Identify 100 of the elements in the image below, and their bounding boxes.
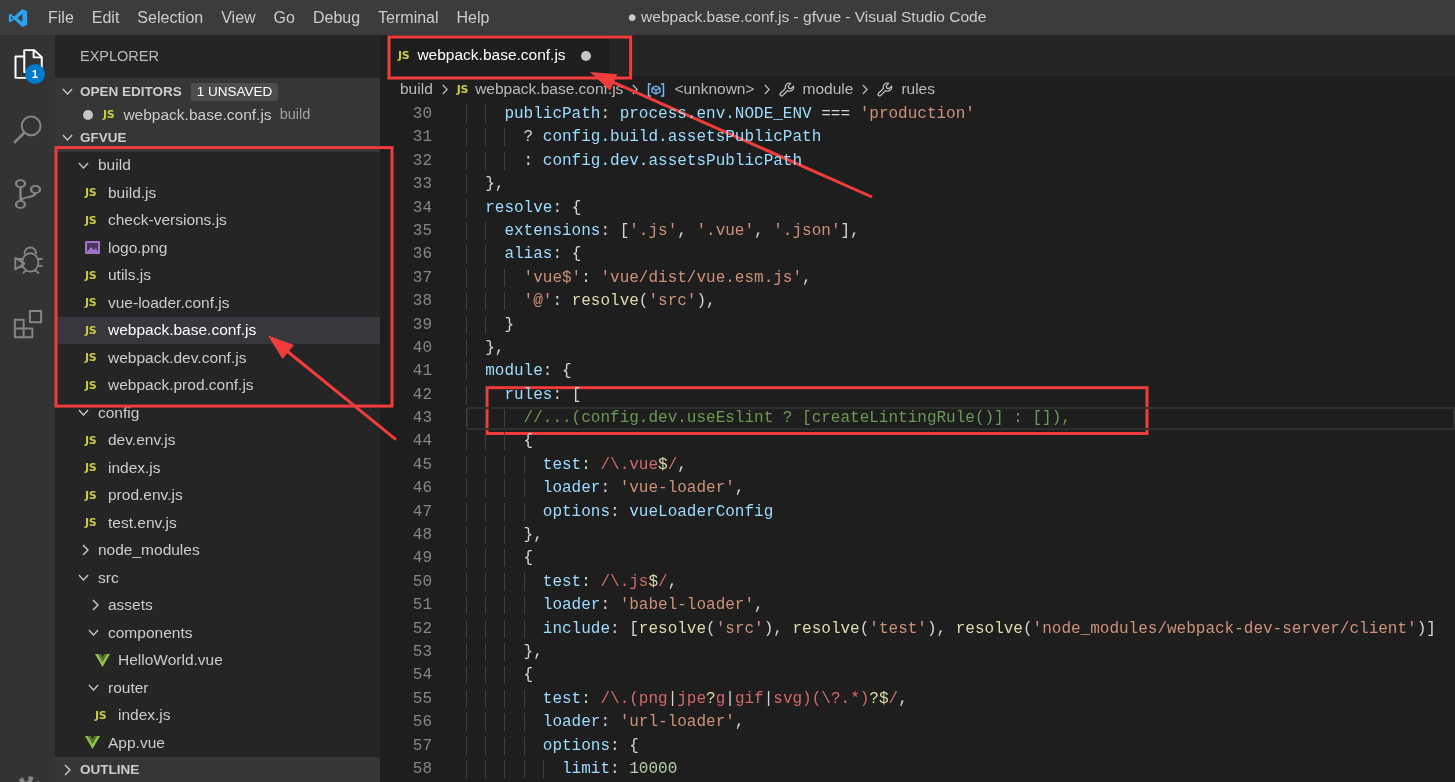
sidebar-title: EXPLORER xyxy=(80,47,159,66)
line-number: 50 xyxy=(411,571,432,593)
tree-item[interactable]: JS index.js xyxy=(55,701,380,730)
code-line: }, xyxy=(523,526,543,545)
chevron-down-icon[interactable] xyxy=(62,88,73,96)
chevron-down-icon[interactable] xyxy=(88,684,99,692)
breadcrumb-item[interactable]: module xyxy=(778,80,854,99)
tree-item[interactable]: node_modules xyxy=(55,536,380,565)
chevron-down-icon[interactable] xyxy=(78,409,89,417)
line-number: 45 xyxy=(411,454,432,476)
chevron-right-icon[interactable] xyxy=(92,599,99,612)
menu-item[interactable]: Terminal xyxy=(369,0,448,35)
tree-item[interactable]: config xyxy=(55,399,380,427)
menu-item[interactable]: Edit xyxy=(82,0,129,35)
chevron-right-icon[interactable] xyxy=(64,764,71,777)
line-number: 46 xyxy=(411,478,432,500)
section-header[interactable]: OPEN EDITORS 1 UNSAVED xyxy=(55,78,380,106)
code-line: { xyxy=(523,432,534,451)
menu-item[interactable]: Debug xyxy=(303,0,370,35)
js-icon: JS xyxy=(103,109,115,121)
js-icon: JS xyxy=(398,50,410,61)
chevron-down-icon[interactable] xyxy=(88,629,99,637)
tree-item[interactable]: JS webpack.dev.conf.js xyxy=(55,344,380,372)
code-line: rules: [ xyxy=(504,385,582,404)
chevron-right-icon[interactable] xyxy=(82,544,89,557)
code-line: module: { xyxy=(485,362,572,381)
code-line: loader: 'url-loader', xyxy=(542,713,745,732)
bug-icon[interactable] xyxy=(12,244,43,274)
tree-item[interactable]: JS utils.js xyxy=(55,261,380,290)
breadcrumb-item[interactable]: build xyxy=(400,80,433,99)
section-header[interactable]: OUTLINE xyxy=(55,756,380,782)
code-line: options: { xyxy=(542,736,639,755)
tree-item[interactable]: JS index.js xyxy=(55,454,380,482)
chevron-down-icon[interactable] xyxy=(62,134,73,142)
code-line: '@': resolve('src'), xyxy=(523,292,716,311)
menu-item[interactable]: View xyxy=(212,0,265,35)
menu-item[interactable]: File xyxy=(39,0,83,35)
line-number: 57 xyxy=(411,735,432,757)
line-number: 40 xyxy=(411,337,432,359)
line-number: 30 xyxy=(411,104,432,125)
editor-tab[interactable]: JS webpack.base.conf.js xyxy=(380,35,609,76)
bracket-cube-icon xyxy=(647,82,666,97)
tree-item[interactable]: App.vue xyxy=(55,729,380,757)
tree-item[interactable]: JS webpack.prod.conf.js xyxy=(55,371,380,400)
menu-item[interactable]: Go xyxy=(264,0,304,35)
tree-item[interactable]: JS webpack.base.conf.js xyxy=(55,316,380,345)
breadcrumb-item[interactable]: <unknown> xyxy=(647,80,755,99)
chevron-down-icon[interactable] xyxy=(78,574,89,582)
js-icon: JS xyxy=(85,434,100,446)
blocks-icon[interactable] xyxy=(12,309,43,339)
breadcrumb-item[interactable]: JS webpack.base.conf.js xyxy=(456,80,624,99)
line-number: 53 xyxy=(411,642,432,663)
code-line: loader: 'babel-loader', xyxy=(542,596,764,615)
menu-item[interactable]: Help xyxy=(447,0,499,35)
search-icon[interactable] xyxy=(12,114,43,144)
line-number: 38 xyxy=(411,291,432,313)
breadcrumb-item[interactable]: rules xyxy=(877,80,935,99)
line-number: 37 xyxy=(411,267,432,289)
line-number: 56 xyxy=(411,712,432,734)
js-icon: JS xyxy=(456,84,469,95)
line-number: 41 xyxy=(411,361,432,383)
count-badge: 1 xyxy=(25,64,45,84)
branch-icon[interactable] xyxy=(12,179,43,209)
tree-item[interactable]: HelloWorld.vue xyxy=(55,646,380,675)
tree-item[interactable]: JS test.env.js xyxy=(55,509,380,537)
tree-item[interactable]: JS dev.env.js xyxy=(55,426,380,455)
tree-item[interactable]: JS build.js xyxy=(55,179,380,207)
menu-item[interactable]: Selection xyxy=(128,0,213,35)
image-file-icon xyxy=(85,241,100,255)
wrench-icon xyxy=(778,81,795,98)
code-line: { xyxy=(523,666,534,685)
files-icon[interactable] xyxy=(12,49,43,79)
code-line: //...(config.dev.useEslint ? [createLintingRule()] : []), xyxy=(523,409,1071,428)
code-line: options: vueLoaderConfig xyxy=(542,502,774,521)
v-icon xyxy=(85,736,100,750)
chevron-down-icon[interactable] xyxy=(78,161,89,169)
tree-item[interactable]: JS prod.env.js xyxy=(55,481,380,510)
folder-description: build xyxy=(279,106,311,124)
js-icon: JS xyxy=(85,517,100,529)
line-number: 58 xyxy=(411,758,432,780)
line-number: 32 xyxy=(411,150,432,172)
tree-item[interactable]: src xyxy=(55,564,380,592)
chevron-right-icon xyxy=(862,84,869,95)
chevron-right-icon xyxy=(632,84,639,95)
js-icon: JS xyxy=(85,269,100,281)
line-number: 31 xyxy=(411,127,432,149)
line-number: 34 xyxy=(411,197,432,219)
tree-item[interactable]: JS vue-loader.conf.js xyxy=(55,289,380,317)
code-line: resolve: { xyxy=(485,198,582,217)
code-line: } xyxy=(504,315,514,334)
tree-item[interactable]: assets xyxy=(55,591,380,620)
tree-item[interactable]: build xyxy=(55,151,380,180)
tree-item[interactable]: router xyxy=(55,674,380,702)
chevron-right-icon xyxy=(763,84,770,95)
tree-item[interactable]: components xyxy=(55,619,380,647)
line-number: 44 xyxy=(411,431,432,453)
js-icon: JS xyxy=(85,214,100,226)
tree-item[interactable]: logo.png xyxy=(55,234,380,262)
window-title: ● webpack.base.conf.js - gfvue - Visual Studio Code xyxy=(627,8,987,27)
tree-item[interactable]: JS check-versions.js xyxy=(55,206,380,235)
